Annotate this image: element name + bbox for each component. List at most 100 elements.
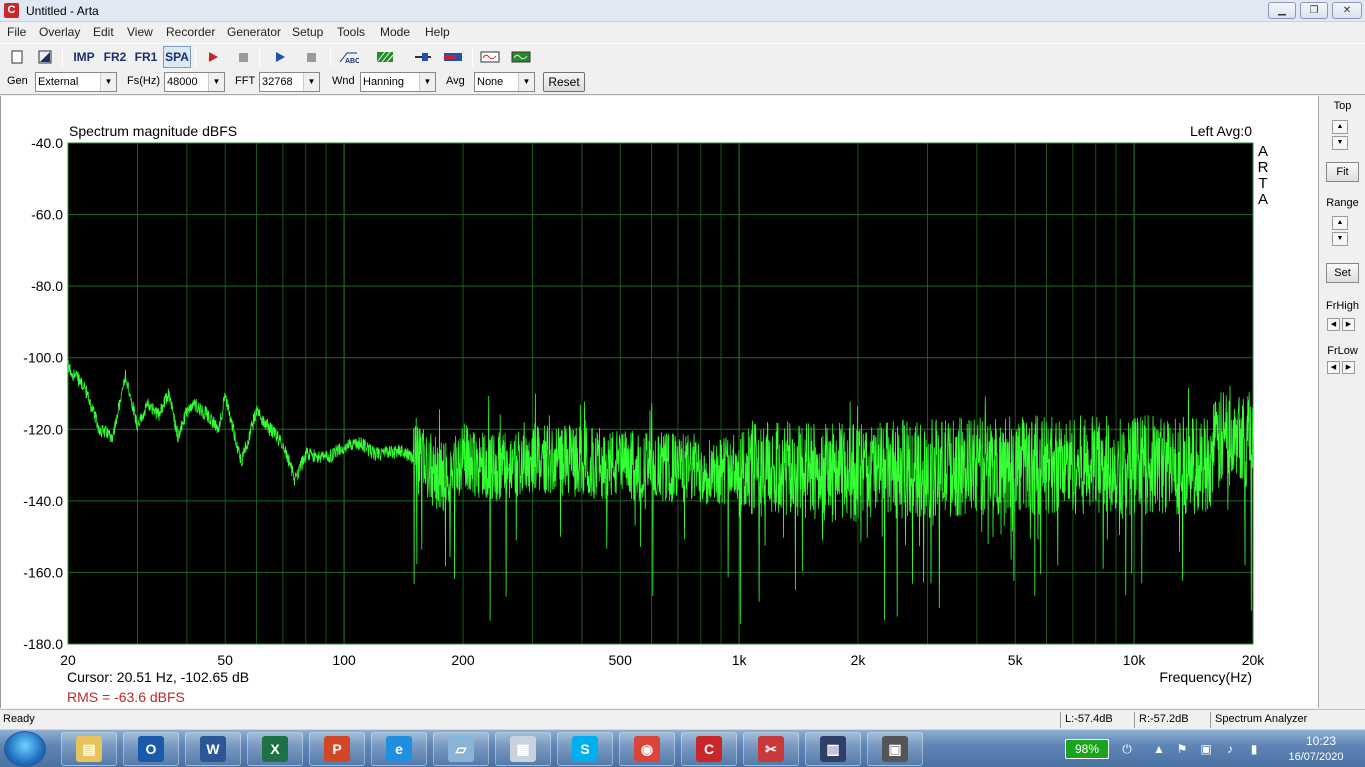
frlow-left-button[interactable]: ◀ <box>1327 361 1340 374</box>
menu-edit[interactable]: Edit <box>93 25 114 39</box>
stop-icon[interactable] <box>231 46 255 68</box>
taskbar-file-explorer-button[interactable]: ▤ <box>61 732 117 766</box>
top-up-button[interactable]: ▲ <box>1332 120 1348 134</box>
range-up-button[interactable]: ▲ <box>1332 216 1348 230</box>
restore-button[interactable]: ❐ <box>1300 2 1328 19</box>
spectrum-view-icon[interactable] <box>509 46 533 68</box>
menu-setup[interactable]: Setup <box>292 25 323 39</box>
taskbar-calculator-button[interactable]: ▦ <box>495 732 551 766</box>
y-tick-label: -180.0 <box>23 636 63 652</box>
taskbar-chrome-button[interactable]: ◉ <box>619 732 675 766</box>
watermark-letter: R <box>1258 159 1269 176</box>
arta-app-icon[interactable]: C <box>4 3 19 18</box>
taskbar-notepad-button[interactable]: ▱ <box>433 732 489 766</box>
calculator-icon: ▦ <box>510 736 536 762</box>
clock-date[interactable]: 16/07/2020 <box>1280 751 1352 763</box>
fr1-mode-button[interactable]: FR1 <box>132 46 160 68</box>
fft-label: FFT <box>235 75 256 87</box>
rms-readout: RMS = -63.6 dBFS <box>67 689 185 705</box>
chevron-down-icon: ▼ <box>208 73 224 91</box>
menu-help[interactable]: Help <box>425 25 450 39</box>
taskbar-word-button[interactable]: W <box>185 732 241 766</box>
menu-file[interactable]: File <box>7 25 26 39</box>
taskbar-excel-button[interactable]: X <box>247 732 303 766</box>
toolbar-separator <box>195 47 196 67</box>
taskbar-outlook-button[interactable]: O <box>123 732 179 766</box>
menu-recorder[interactable]: Recorder <box>166 25 215 39</box>
range-down-button[interactable]: ▼ <box>1332 232 1348 246</box>
taskbar-internet-explorer-button[interactable]: e <box>371 732 427 766</box>
taskbar-ccleaner-button[interactable]: C <box>681 732 737 766</box>
menu-tools[interactable]: Tools <box>337 25 365 39</box>
menu-overlay[interactable]: Overlay <box>39 25 80 39</box>
impulse-mode-button[interactable]: IMP <box>70 46 98 68</box>
power-plug-icon[interactable]: ⏻ <box>1118 742 1136 756</box>
avg-value: None <box>477 76 504 88</box>
fft-select[interactable]: 32768 ▼ <box>259 72 320 92</box>
status-ready: Ready <box>3 713 35 725</box>
frhigh-left-button[interactable]: ◀ <box>1327 318 1340 331</box>
signal-icon[interactable]: ▮ <box>1247 742 1261 756</box>
x-tick-label: 10k <box>1123 652 1147 668</box>
internet-explorer-icon: e <box>386 736 412 762</box>
spectrum-chart[interactable]: -40.0 -60.0 -80.0 -100.0 -120.0 -140.0 -160.0 -… <box>1 96 1317 708</box>
set-button[interactable]: Set <box>1326 263 1359 283</box>
open-file-icon[interactable] <box>33 46 57 68</box>
slider-icon[interactable] <box>411 46 435 68</box>
gen-select[interactable]: External ▼ <box>35 72 117 92</box>
excel-icon: X <box>262 736 288 762</box>
minimize-button[interactable]: ▁ <box>1268 2 1296 19</box>
fr2-mode-button[interactable]: FR2 <box>101 46 129 68</box>
taskbar-network-app-button[interactable]: ▣ <box>867 732 923 766</box>
taskbar-arta-button[interactable]: ✂ <box>743 732 799 766</box>
x-tick-label: 5k <box>1008 652 1024 668</box>
grid-hatch-icon[interactable] <box>373 46 397 68</box>
y-tick-label: -160.0 <box>23 564 63 580</box>
frhigh-right-button[interactable]: ▶ <box>1342 318 1355 331</box>
menu-mode[interactable]: Mode <box>380 25 410 39</box>
speaker-icon[interactable]: ♪ <box>1223 742 1237 756</box>
window-title: Untitled - Arta <box>26 4 99 18</box>
taskbar-skype-button[interactable]: S <box>557 732 613 766</box>
plot-area: -40.0 -60.0 -80.0 -100.0 -120.0 -140.0 -160.0 -… <box>0 96 1318 708</box>
frlow-label: FrLow <box>1327 345 1358 357</box>
top-down-button[interactable]: ▼ <box>1332 136 1348 150</box>
abc-scale-icon[interactable]: ABC <box>337 46 361 68</box>
menu-view[interactable]: View <box>127 25 153 39</box>
fit-button[interactable]: Fit <box>1326 162 1359 182</box>
avg-select[interactable]: None ▼ <box>474 72 535 92</box>
play-icon[interactable] <box>268 46 292 68</box>
toolbar-separator <box>259 47 260 67</box>
x-tick-label: 50 <box>217 652 233 668</box>
stop-generator-icon[interactable] <box>299 46 323 68</box>
spectrum-mode-button[interactable]: SPA <box>163 46 191 68</box>
chevron-up-icon[interactable]: ▲ <box>1152 742 1166 756</box>
y-tick-label: -140.0 <box>23 493 63 509</box>
clock-time[interactable]: 10:23 <box>1290 734 1352 748</box>
range-label: Range <box>1326 197 1359 209</box>
taskbar-powerpoint-button[interactable]: P <box>309 732 365 766</box>
reset-button[interactable]: Reset <box>543 72 585 92</box>
device-icon[interactable]: ▣ <box>1199 742 1213 756</box>
flag-icon[interactable]: ⚑ <box>1175 742 1189 756</box>
network-app-icon: ▣ <box>882 736 908 762</box>
menu-generator[interactable]: Generator <box>227 25 281 39</box>
close-button[interactable]: ✕ <box>1332 2 1362 19</box>
frlow-right-button[interactable]: ▶ <box>1342 361 1355 374</box>
x-tick-label: 2k <box>851 652 867 668</box>
window-select[interactable]: Hanning ▼ <box>360 72 436 92</box>
battery-indicator[interactable]: 98% <box>1065 739 1109 759</box>
toolbar: IMP FR2 FR1 SPA ABC <box>0 43 1365 69</box>
gen-value: External <box>38 76 79 88</box>
taskbar-audio-meter-button[interactable]: ▥ <box>805 732 861 766</box>
level-meter-icon[interactable] <box>441 46 465 68</box>
oscilloscope-icon[interactable] <box>478 46 502 68</box>
start-button[interactable] <box>4 731 46 767</box>
fs-select[interactable]: 48000 ▼ <box>164 72 225 92</box>
file-explorer-icon: ▤ <box>76 736 102 762</box>
powerpoint-icon: P <box>324 736 350 762</box>
record-icon[interactable] <box>201 46 225 68</box>
plot-background[interactable] <box>68 143 1253 644</box>
y-tick-label: -40.0 <box>31 135 63 151</box>
new-file-icon[interactable] <box>5 46 29 68</box>
